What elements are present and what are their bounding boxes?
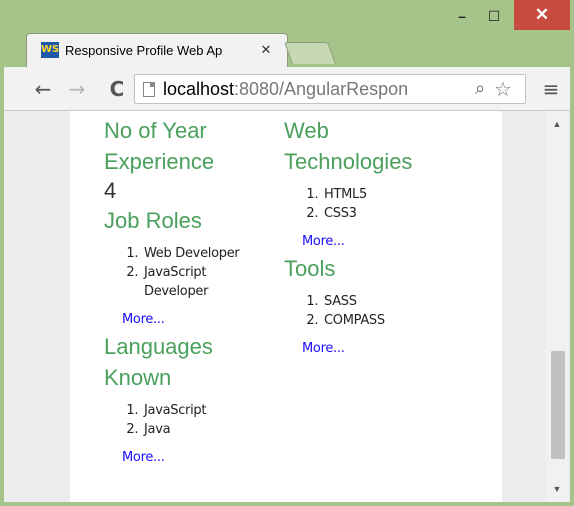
web-technologies-more-link[interactable]: More... — [302, 233, 454, 251]
webstorm-favicon-icon: WS — [41, 42, 59, 58]
languages-more-link[interactable]: More... — [122, 449, 274, 467]
browser-window: – ☐ ✕ WS Responsive Profile Web Ap ✕ ← →… — [0, 0, 574, 506]
list-item: CSS3 — [322, 204, 454, 223]
list-item: JavaScript Developer — [142, 263, 274, 301]
scroll-thumb[interactable] — [551, 351, 565, 459]
browser-toolbar: ← → C localhost :8080/AngularRespon ⌕ ☆ … — [4, 67, 570, 111]
scroll-down-arrow-icon[interactable]: ▼ — [546, 480, 568, 498]
list-item: Web Developer — [142, 244, 274, 263]
reload-icon[interactable]: C — [104, 76, 130, 102]
vertical-scrollbar[interactable]: ▲ ▼ — [546, 111, 568, 502]
tools-list: SASS COMPASS — [284, 292, 454, 330]
bookmark-star-icon[interactable]: ☆ — [492, 78, 514, 100]
minimize-button[interactable]: – — [449, 6, 475, 26]
languages-list: JavaScript Java — [104, 401, 274, 439]
list-item: Java — [142, 420, 274, 439]
new-tab-button[interactable] — [283, 42, 337, 64]
web-technologies-heading: Web Technologies — [284, 118, 413, 174]
job-roles-list: Web Developer JavaScript Developer — [104, 244, 274, 301]
tab-title: Responsive Profile Web Ap — [65, 43, 223, 58]
experience-value: 4 — [104, 178, 117, 203]
page-viewport: No of Year Experience 4 Job Roles Web De… — [4, 111, 570, 502]
job-roles-more-link[interactable]: More... — [122, 311, 274, 329]
list-item: HTML5 — [322, 185, 454, 204]
experience-heading: No of Year Experience — [104, 118, 215, 174]
languages-heading: Languages Known — [104, 334, 213, 390]
list-item: COMPASS — [322, 311, 454, 330]
right-column: Web Technologies HTML5 CSS3 More... Tool… — [284, 115, 454, 360]
close-window-button[interactable]: ✕ — [514, 0, 570, 30]
back-arrow-icon[interactable]: ← — [30, 76, 56, 102]
tools-heading: Tools — [284, 256, 336, 281]
forward-arrow-icon[interactable]: → — [64, 76, 90, 102]
tools-more-link[interactable]: More... — [302, 340, 454, 358]
search-icon[interactable]: ⌕ — [470, 79, 490, 99]
menu-icon[interactable]: ≡ — [538, 76, 564, 102]
job-roles-heading: Job Roles — [104, 208, 202, 233]
list-item: JavaScript — [142, 401, 274, 420]
url-path[interactable]: :8080/AngularRespon — [234, 79, 408, 100]
left-column: No of Year Experience 4 Job Roles Web De… — [104, 115, 274, 469]
url-host[interactable]: localhost — [163, 79, 234, 100]
tab-responsive-profile[interactable]: WS Responsive Profile Web Ap ✕ — [26, 33, 288, 67]
list-item: SASS — [322, 292, 454, 311]
address-bar[interactable]: localhost :8080/AngularRespon ⌕ ☆ — [134, 74, 526, 104]
scroll-up-arrow-icon[interactable]: ▲ — [546, 115, 568, 133]
tab-close-icon[interactable]: ✕ — [259, 41, 273, 59]
profile-page: No of Year Experience 4 Job Roles Web De… — [70, 111, 502, 502]
page-icon — [143, 82, 155, 97]
web-technologies-list: HTML5 CSS3 — [284, 185, 454, 223]
maximize-button[interactable]: ☐ — [480, 6, 508, 26]
